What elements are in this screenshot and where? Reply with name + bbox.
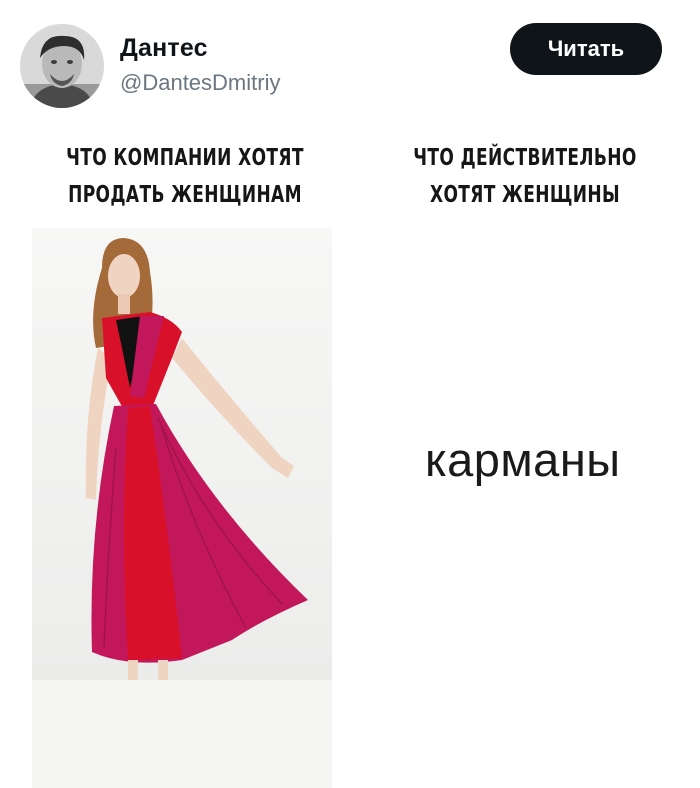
avatar[interactable] (20, 24, 104, 108)
follow-button[interactable]: Читать (510, 23, 662, 75)
right-caption-line-1: ЧТО ДЕЙСТВИТЕЛЬНО (413, 145, 637, 171)
tweet-header: Дантес @DantesDmitriy Читать (0, 0, 700, 120)
left-caption-line-2: ПРОДАТЬ ЖЕНЩИНАМ (68, 182, 302, 208)
left-caption: ЧТО КОМПАНИИ ХОТЯТ ПРОДАТЬ ЖЕНЩИНАМ (63, 140, 307, 214)
meme-image: ЧТО КОМПАНИИ ХОТЯТ ПРОДАТЬ ЖЕНЩИНАМ ЧТО … (0, 120, 700, 788)
right-caption: ЧТО ДЕЙСТВИТЕЛЬНО ХОТЯТ ЖЕНЩИНЫ (403, 140, 647, 214)
right-caption-line-2: ХОТЯТ ЖЕНЩИНЫ (429, 182, 621, 208)
author-name[interactable]: Дантес (120, 34, 208, 63)
answer-text: карманы (425, 433, 621, 486)
author-handle[interactable]: @DantesDmitriy (120, 70, 280, 96)
dress-photo (32, 228, 332, 788)
left-caption-line-1: ЧТО КОМПАНИИ ХОТЯТ (66, 145, 304, 171)
